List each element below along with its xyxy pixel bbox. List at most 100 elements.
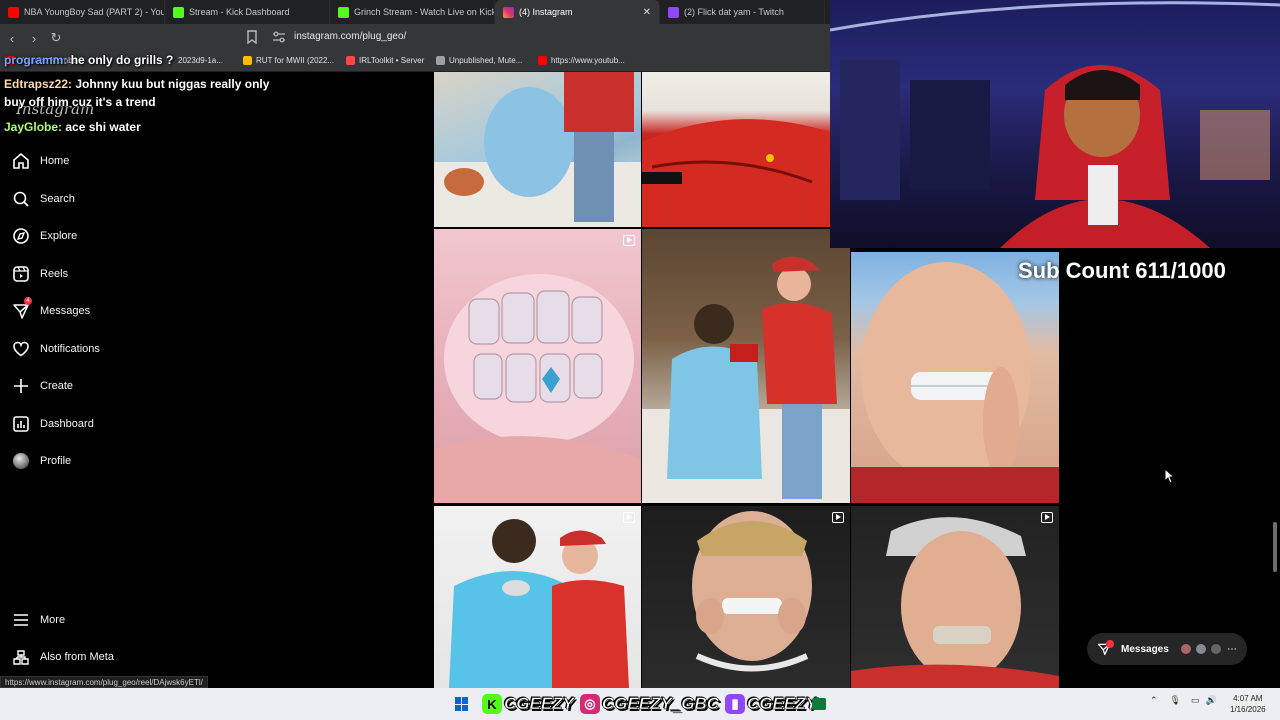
bookmark-item[interactable]: IRLToolkit • Server <box>346 56 424 65</box>
messages-pill[interactable]: Messages ⋯ <box>1087 633 1247 665</box>
post-image <box>692 511 812 672</box>
nav-label: More <box>40 614 66 626</box>
youtube-icon <box>538 56 547 65</box>
nav-search[interactable]: Search <box>12 186 75 212</box>
post-tile[interactable] <box>642 72 830 227</box>
nav-label: Profile <box>40 455 72 467</box>
nav-explore[interactable]: Explore <box>12 223 77 249</box>
scrollbar-track[interactable] <box>1272 260 1278 680</box>
file-icon <box>436 56 445 65</box>
bookmark-label: IRLToolkit • Server <box>359 56 425 65</box>
kick-icon <box>173 6 184 18</box>
webcam-feed <box>830 0 1280 248</box>
plus-icon <box>14 379 28 393</box>
kick-icon: K <box>482 694 502 714</box>
bookmark-icon[interactable] <box>246 30 258 44</box>
nav-also-from-meta[interactable]: Also from Meta <box>12 644 114 670</box>
browser-tab[interactable]: Stream - Kick Dashboard <box>165 0 330 24</box>
post-tile[interactable] <box>642 229 850 503</box>
avatar <box>1195 643 1207 655</box>
display-icon[interactable]: ▭ <box>1191 695 1200 706</box>
youtube-icon <box>8 6 19 18</box>
nav-label: Reels <box>40 268 69 280</box>
home-icon <box>13 152 29 169</box>
scrollbar-thumb[interactable] <box>1273 522 1277 572</box>
windows-start-icon[interactable] <box>455 697 469 711</box>
meta-icon <box>13 650 29 665</box>
terminal-app-icon[interactable] <box>812 698 826 710</box>
browser-tab-active[interactable]: (4) Instagram ✕ <box>495 0 660 24</box>
twitch-icon <box>668 6 679 18</box>
forward-icon[interactable]: › <box>24 31 44 46</box>
nav-label: Explore <box>40 230 78 242</box>
nav-more[interactable]: More <box>12 607 65 633</box>
menu-icon <box>14 614 28 626</box>
bookmark-item[interactable]: Unpublished, Mute... <box>436 56 522 65</box>
system-tray: ⌃ 🎙 ▭ 🔊 <box>1150 695 1217 706</box>
notification-badge <box>1106 640 1114 648</box>
chat-message: buy off him cuz it's a trend <box>4 95 156 109</box>
chat-message: Edtrapsz22: Johnny kuu but niggas really… <box>4 77 269 91</box>
bookmark-item[interactable]: https://www.youtub... <box>538 56 625 65</box>
chat-message: JayGlobe: ace shi water <box>4 120 141 134</box>
reels-icon <box>13 266 29 282</box>
url-field[interactable]: instagram.com/plug_geo/ <box>294 31 406 42</box>
chat-username: programm: <box>4 53 68 67</box>
status-bar-url: https://www.instagram.com/plug_geo/reel/… <box>0 676 208 688</box>
system-clock[interactable]: 4:07 AM 1/16/2026 <box>1230 693 1266 715</box>
compass-icon <box>13 228 29 244</box>
webcam-image <box>830 1 1280 248</box>
post-tile[interactable] <box>434 506 641 688</box>
chat-text: he only do grills ? <box>70 53 174 67</box>
browser-tab[interactable]: NBA YoungBoy Sad (PART 2) - YouTube <box>0 0 165 24</box>
nav-label: Create <box>40 380 74 392</box>
volume-icon[interactable]: 🔊 <box>1206 695 1217 706</box>
nav-notifications[interactable]: Notifications <box>12 336 100 362</box>
nav-home[interactable]: Home <box>12 148 69 174</box>
chat-text: buy off him cuz it's a trend <box>4 95 156 109</box>
bookmark-item[interactable]: RUT for MWII (2022... <box>243 56 334 65</box>
reel-icon <box>623 235 635 246</box>
microphone-icon[interactable]: 🎙 <box>1170 695 1181 706</box>
site-info-icon[interactable] <box>272 31 286 43</box>
instagram-icon <box>503 6 514 18</box>
nav-messages[interactable]: 4 Messages <box>12 297 90 324</box>
chat-username: JayGlobe: <box>4 120 63 134</box>
mouse-cursor <box>1164 468 1174 484</box>
nav-label: Home <box>40 155 70 167</box>
browser-tab[interactable]: (2) Flick dat yam - Twitch <box>660 0 825 24</box>
post-tile[interactable] <box>434 229 641 503</box>
dashboard-icon <box>13 416 29 432</box>
clock-time: 4:07 AM <box>1233 694 1263 703</box>
back-icon[interactable]: ‹ <box>2 31 22 46</box>
close-icon[interactable]: ✕ <box>643 7 651 18</box>
post-image <box>642 119 830 227</box>
drive-icon <box>243 56 252 65</box>
bookmark-label: https://www.youtub... <box>551 56 625 65</box>
handle-text: CGEEZY <box>747 694 818 714</box>
nav-label: Search <box>40 193 75 205</box>
post-image <box>434 274 641 503</box>
post-tile[interactable] <box>851 252 1059 503</box>
chat-username: Edtrapsz22: <box>4 77 73 91</box>
tab-title: Grinch Stream - Watch Live on Kick <box>354 7 495 17</box>
clock-date: 1/16/2026 <box>1230 705 1266 714</box>
post-tile[interactable] <box>642 506 850 688</box>
bookmark-item[interactable]: 2023d9-1a... <box>178 56 223 65</box>
nav-reels[interactable]: Reels <box>12 261 68 287</box>
post-tile[interactable] <box>851 506 1059 688</box>
reload-icon[interactable]: ↻ <box>46 30 66 46</box>
nav-create[interactable]: Create <box>12 373 73 399</box>
browser-tab[interactable]: Grinch Stream - Watch Live on Kick <box>330 0 495 24</box>
nav-dashboard[interactable]: Dashboard <box>12 411 94 437</box>
nav-profile[interactable]: Profile <box>12 448 71 474</box>
handle-text: CGEEZY_GBC <box>601 694 720 714</box>
chevron-up-icon[interactable]: ⌃ <box>1150 695 1158 706</box>
more-icon[interactable]: ⋯ <box>1227 644 1237 655</box>
nav-label: Also from Meta <box>40 651 114 663</box>
avatar <box>13 453 29 469</box>
chat-text: Johnny kuu but niggas really only <box>75 77 270 91</box>
instagram-handle: ◎ CGEEZY_GBC <box>579 694 720 714</box>
bookmark-label: RUT for MWII (2022... <box>256 56 335 65</box>
post-tile[interactable] <box>434 72 641 227</box>
